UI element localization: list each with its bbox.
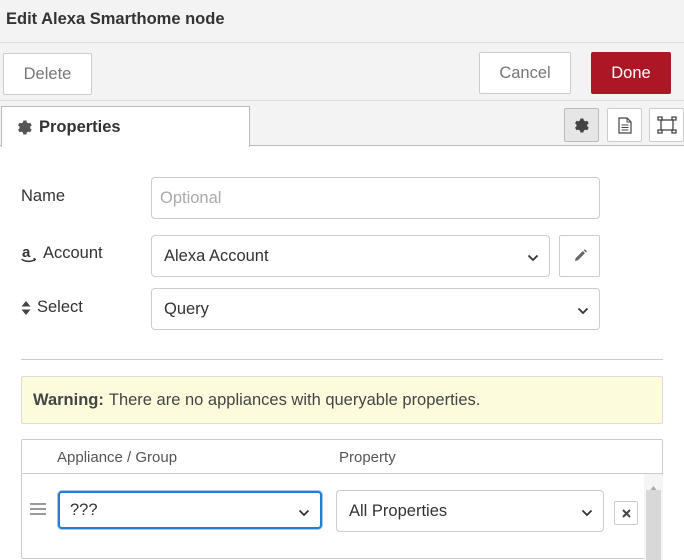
- account-label: a Account: [21, 244, 103, 263]
- document-icon: [617, 116, 632, 134]
- appliance-select-value: ???: [70, 500, 98, 519]
- name-label-text: Name: [21, 187, 66, 205]
- description-tab-button[interactable]: [607, 108, 642, 142]
- tab-properties[interactable]: Properties: [1, 106, 250, 147]
- scrollbar-thumb[interactable]: [646, 490, 661, 560]
- column-header-property: Property: [339, 449, 396, 466]
- amazon-icon: a: [21, 245, 37, 263]
- edit-account-button[interactable]: [559, 235, 600, 277]
- name-input-placeholder: Optional: [160, 188, 222, 207]
- tab-strip: Properties: [0, 101, 684, 147]
- delete-button[interactable]: Delete: [3, 53, 92, 95]
- account-label-text: Account: [43, 244, 103, 262]
- appearance-tab-button[interactable]: [649, 108, 684, 142]
- warning-text: There are no appliances with queryable p…: [108, 390, 481, 409]
- column-header-appliance: Appliance / Group: [57, 449, 178, 466]
- name-input[interactable]: Optional: [151, 177, 600, 219]
- warning-message: Warning: There are no appliances with qu…: [21, 376, 663, 424]
- account-select-value: Alexa Account: [164, 246, 269, 265]
- appliance-select[interactable]: ???: [58, 491, 322, 529]
- close-icon: [621, 508, 631, 518]
- tab-properties-label: Properties: [39, 117, 121, 136]
- property-select-value: All Properties: [349, 501, 448, 520]
- settings-tab-button[interactable]: [564, 108, 599, 142]
- query-select[interactable]: Query: [151, 288, 600, 330]
- dialog-title-text: Edit Alexa Smarthome node: [6, 10, 225, 28]
- warning-title: Warning:: [33, 390, 104, 409]
- section-divider: [21, 359, 663, 360]
- drag-handle-icon[interactable]: [30, 502, 46, 521]
- name-label: Name: [21, 187, 65, 206]
- chevron-down-icon: [298, 505, 310, 524]
- chevron-down-icon: [577, 303, 589, 322]
- gear-icon: [574, 117, 589, 133]
- query-select-value: Query: [164, 299, 209, 318]
- gear-icon: [17, 119, 33, 135]
- select-label: Select: [21, 298, 83, 317]
- svg-text:a: a: [22, 245, 31, 261]
- table-header: Appliance / Group Property: [22, 440, 662, 474]
- done-button[interactable]: Done: [591, 52, 671, 94]
- sort-icon: [21, 300, 31, 315]
- dialog-title: Edit Alexa Smarthome node: [0, 0, 684, 43]
- pencil-icon: [573, 249, 587, 263]
- appliance-table: Appliance / Group Property ??? All Prope…: [21, 439, 663, 560]
- property-select[interactable]: All Properties: [336, 490, 604, 532]
- dialog-toolbar: Delete Cancel Done: [0, 43, 684, 101]
- chevron-down-icon: [581, 505, 593, 524]
- select-label-text: Select: [37, 298, 83, 316]
- cancel-button[interactable]: Cancel: [479, 52, 571, 94]
- account-select[interactable]: Alexa Account: [151, 235, 550, 277]
- table-scrollbar[interactable]: [644, 474, 663, 560]
- frame-icon: [656, 116, 677, 134]
- remove-row-button[interactable]: [614, 501, 638, 525]
- chevron-down-icon: [527, 250, 539, 269]
